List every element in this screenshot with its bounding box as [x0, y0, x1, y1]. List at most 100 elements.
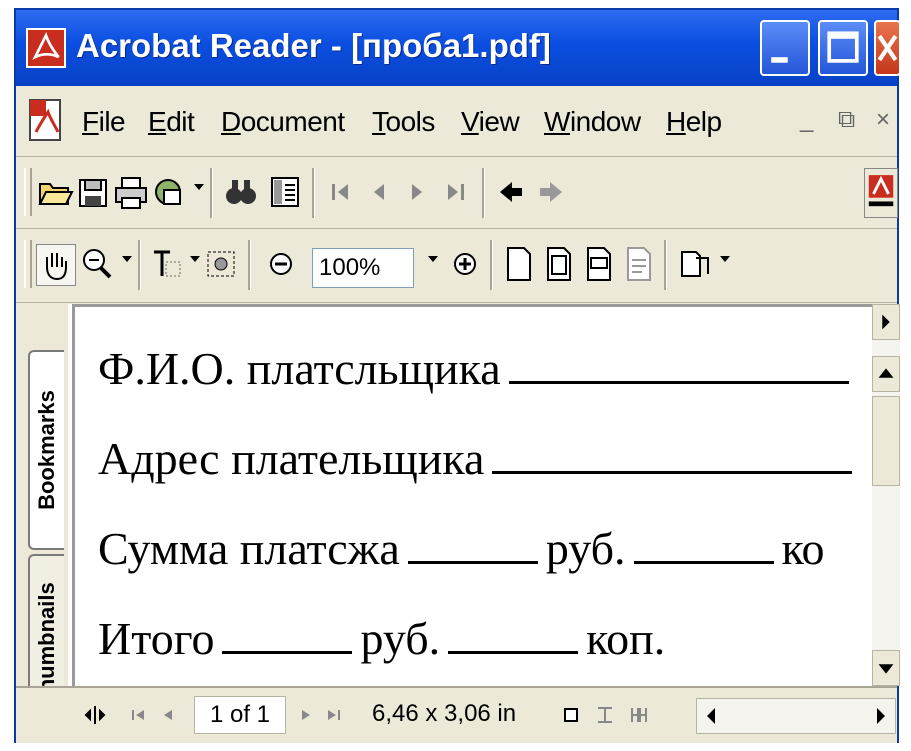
- menu-tools[interactable]: Tools: [372, 106, 435, 138]
- menu-view[interactable]: View: [461, 106, 520, 138]
- kop-label: коп.: [586, 613, 666, 664]
- menu-file[interactable]: File: [82, 106, 126, 138]
- toolbar-separator: [248, 240, 251, 290]
- scroll-down-button[interactable]: [872, 650, 900, 686]
- open-icon[interactable]: [36, 172, 74, 212]
- panel-expand-button[interactable]: [872, 304, 900, 340]
- kop-label: ко: [781, 523, 825, 574]
- blank-line: [407, 531, 538, 564]
- zoom-in-button-icon[interactable]: [446, 244, 484, 284]
- last-page-icon[interactable]: [436, 172, 474, 212]
- fit-width-icon[interactable]: [580, 244, 618, 284]
- toolbar-separator: [312, 168, 315, 218]
- doc-minimize-button[interactable]: _: [800, 106, 813, 134]
- text-select-tool-icon[interactable]: [148, 244, 186, 284]
- page-size-label: 6,46 x 3,06 in: [372, 700, 517, 727]
- menu-edit[interactable]: Edit: [148, 106, 195, 138]
- zoom-level-dropdown-icon[interactable]: [428, 256, 438, 262]
- doc-restore-button[interactable]: ⧉: [838, 106, 855, 134]
- title-bar[interactable]: Acrobat Reader - [проба1.pdf]: [16, 10, 901, 86]
- document-line: Ф.И.О. платсльщика: [98, 342, 857, 395]
- select-tool-dropdown-icon[interactable]: [190, 256, 200, 262]
- fit-page-icon[interactable]: [540, 244, 578, 284]
- view-toolbar: 100%: [16, 230, 897, 303]
- close-button[interactable]: [874, 20, 901, 76]
- scroll-up-button[interactable]: [872, 356, 900, 392]
- print-icon[interactable]: [112, 172, 150, 212]
- toolbar-separator: [482, 168, 485, 218]
- scroll-thumb[interactable]: [872, 396, 900, 486]
- zoom-out-tool-icon[interactable]: [78, 244, 116, 284]
- blank-line: [222, 621, 353, 654]
- go-forward-icon[interactable]: [532, 172, 570, 212]
- document-icon[interactable]: [28, 98, 66, 144]
- menu-document[interactable]: Document: [221, 106, 345, 138]
- scroll-left-button[interactable]: [697, 699, 725, 733]
- acrobat-app-icon[interactable]: [26, 28, 66, 68]
- single-page-layout-icon[interactable]: [558, 702, 584, 728]
- window-title: Acrobat Reader - [проба1.pdf]: [76, 27, 551, 64]
- zoom-level-field[interactable]: 100%: [312, 248, 414, 288]
- total-label: Итого: [98, 613, 215, 664]
- document-line: Адрес плательщика: [98, 432, 860, 485]
- menu-help[interactable]: Help: [666, 106, 722, 138]
- maximize-button[interactable]: [818, 20, 868, 76]
- previous-page-status-icon[interactable]: [156, 702, 182, 728]
- horizontal-scrollbar[interactable]: [696, 698, 896, 734]
- doc-close-button[interactable]: ×: [876, 106, 890, 134]
- go-back-icon[interactable]: [492, 172, 530, 212]
- payment-amount-label: Сумма платсжа: [98, 523, 400, 574]
- toolbar-grip[interactable]: [24, 240, 32, 288]
- show-navigation-pane-icon[interactable]: [266, 172, 304, 212]
- acrobat-window: Acrobat Reader - [проба1.pdf] File Edit …: [14, 8, 901, 743]
- reflow-icon[interactable]: [620, 244, 658, 284]
- save-icon[interactable]: [74, 172, 112, 212]
- toolbar-grip[interactable]: [24, 168, 32, 216]
- rub-label: руб.: [360, 613, 441, 664]
- first-page-icon[interactable]: [322, 172, 360, 212]
- toolbar-separator: [664, 240, 667, 290]
- continuous-layout-icon[interactable]: [592, 702, 618, 728]
- main-content: Bookmarks Thumbnails Ф.И.О. платсльщика …: [16, 304, 900, 734]
- document-page[interactable]: Ф.И.О. платсльщика Адрес плательщика Сум…: [68, 304, 876, 686]
- toolbar-separator: [138, 240, 141, 290]
- zoom-tool-dropdown-icon[interactable]: [122, 256, 132, 262]
- previous-page-icon[interactable]: [360, 172, 398, 212]
- next-page-icon[interactable]: [398, 172, 436, 212]
- hand-tool-icon[interactable]: [36, 244, 76, 286]
- first-page-status-icon[interactable]: [126, 702, 152, 728]
- document-line: Итого руб. коп.: [98, 612, 665, 665]
- blank-line: [633, 531, 774, 564]
- email-icon[interactable]: [150, 172, 188, 212]
- blank-line: [492, 441, 853, 474]
- page-number-field[interactable]: 1 of 1: [194, 696, 286, 734]
- blank-line: [508, 351, 849, 384]
- rub-label: руб.: [545, 523, 626, 574]
- last-page-status-icon[interactable]: [320, 702, 346, 728]
- blank-line: [448, 621, 579, 654]
- bookmarks-tab-label: Bookmarks: [34, 390, 59, 510]
- menu-bar: File Edit Document Tools View Window Hel…: [16, 88, 897, 157]
- minimize-button[interactable]: [760, 20, 810, 76]
- email-dropdown-icon[interactable]: [194, 184, 204, 190]
- snapshot-tool-icon[interactable]: [202, 244, 240, 284]
- scroll-right-button[interactable]: [867, 699, 895, 733]
- split-window-icon[interactable]: [82, 702, 108, 728]
- find-icon[interactable]: [222, 172, 260, 212]
- rotate-view-icon[interactable]: [676, 244, 714, 284]
- actual-size-icon[interactable]: [500, 244, 538, 284]
- adobe-logo-icon[interactable]: [864, 168, 898, 218]
- toolbar-separator: [490, 240, 493, 290]
- status-bar: 1 of 1 6,46 x 3,06 in: [16, 686, 897, 743]
- navigation-pane-tabs: Bookmarks Thumbnails: [16, 304, 68, 734]
- menu-window[interactable]: Window: [544, 106, 641, 138]
- vertical-scrollbar[interactable]: [872, 304, 900, 686]
- next-page-status-icon[interactable]: [292, 702, 318, 728]
- zoom-out-button-icon[interactable]: [262, 244, 300, 284]
- facing-layout-icon[interactable]: [626, 702, 652, 728]
- rotate-dropdown-icon[interactable]: [720, 256, 730, 262]
- toolbar-separator: [210, 168, 213, 218]
- bookmarks-tab[interactable]: Bookmarks: [28, 350, 64, 550]
- document-line: Сумма платсжа руб. ко: [98, 522, 825, 575]
- payer-address-label: Адрес плательщика: [98, 433, 485, 484]
